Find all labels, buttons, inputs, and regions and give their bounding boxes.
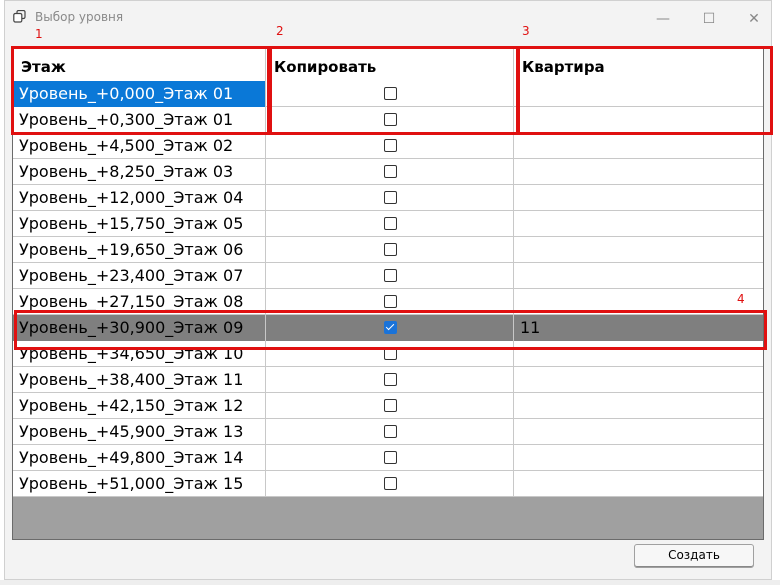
- copy-checkbox[interactable]: [384, 243, 397, 256]
- apartment-cell[interactable]: [514, 81, 763, 107]
- minimize-button[interactable]: —: [641, 6, 685, 32]
- level-name-cell[interactable]: Уровень_+30,900_Этаж 09: [13, 315, 266, 341]
- copy-checkbox[interactable]: [384, 139, 397, 152]
- copy-cell: [266, 315, 514, 341]
- apartment-cell[interactable]: 11: [514, 315, 763, 341]
- apartment-cell[interactable]: [514, 211, 763, 237]
- copy-cell: [266, 263, 514, 289]
- table-row[interactable]: Уровень_+34,650_Этаж 10: [13, 341, 763, 367]
- copy-cell: [266, 185, 514, 211]
- level-name-cell[interactable]: Уровень_+45,900_Этаж 13: [13, 419, 266, 445]
- title-bar[interactable]: Выбор уровня — ☐ ✕: [5, 1, 771, 37]
- copy-cell: [266, 367, 514, 393]
- table-row[interactable]: Уровень_+23,400_Этаж 07: [13, 263, 763, 289]
- copy-cell: [266, 133, 514, 159]
- copy-levels-icon: [13, 10, 26, 23]
- annotation-label-1: 1: [35, 27, 43, 41]
- table-row[interactable]: Уровень_+38,400_Этаж 11: [13, 367, 763, 393]
- apartment-cell[interactable]: [514, 133, 763, 159]
- copy-cell: [266, 471, 514, 497]
- apartment-cell[interactable]: [514, 159, 763, 185]
- copy-checkbox[interactable]: [384, 191, 397, 204]
- copy-cell: [266, 445, 514, 471]
- level-name-cell[interactable]: Уровень_+4,500_Этаж 02: [13, 133, 266, 159]
- copy-cell: [266, 211, 514, 237]
- level-name-cell[interactable]: Уровень_+38,400_Этаж 11: [13, 367, 266, 393]
- copy-checkbox[interactable]: [384, 451, 397, 464]
- table-row[interactable]: Уровень_+15,750_Этаж 05: [13, 211, 763, 237]
- maximize-button[interactable]: ☐: [687, 6, 731, 32]
- copy-checkbox[interactable]: [384, 113, 397, 126]
- background-strip: [0, 580, 780, 585]
- level-name-cell[interactable]: Уровень_+8,250_Этаж 03: [13, 159, 266, 185]
- table-row[interactable]: Уровень_+0,300_Этаж 01: [13, 107, 763, 133]
- level-name-cell[interactable]: Уровень_+12,000_Этаж 04: [13, 185, 266, 211]
- copy-checkbox[interactable]: [384, 217, 397, 230]
- copy-cell: [266, 419, 514, 445]
- table-row[interactable]: Уровень_+49,800_Этаж 14: [13, 445, 763, 471]
- copy-checkbox[interactable]: [384, 477, 397, 490]
- apartment-cell[interactable]: [514, 445, 763, 471]
- levels-grid[interactable]: Этаж Копировать Квартира Уровень_+0,000_…: [12, 48, 764, 540]
- copy-checkbox[interactable]: [384, 295, 397, 308]
- copy-checkbox[interactable]: [384, 165, 397, 178]
- column-header-apartment[interactable]: Квартира: [514, 49, 763, 81]
- level-name-cell[interactable]: Уровень_+15,750_Этаж 05: [13, 211, 266, 237]
- table-row[interactable]: Уровень_+12,000_Этаж 04: [13, 185, 763, 211]
- copy-cell: [266, 159, 514, 185]
- level-name-cell[interactable]: Уровень_+27,150_Этаж 08: [13, 289, 266, 315]
- apartment-cell[interactable]: [514, 107, 763, 133]
- copy-cell: [266, 237, 514, 263]
- apartment-cell[interactable]: [514, 185, 763, 211]
- apartment-cell[interactable]: [514, 393, 763, 419]
- copy-cell: [266, 341, 514, 367]
- apartment-cell[interactable]: [514, 419, 763, 445]
- column-header-copy[interactable]: Копировать: [266, 49, 514, 81]
- close-button[interactable]: ✕: [732, 6, 776, 32]
- table-row[interactable]: Уровень_+42,150_Этаж 12: [13, 393, 763, 419]
- level-name-cell[interactable]: Уровень_+34,650_Этаж 10: [13, 341, 266, 367]
- apartment-cell[interactable]: [514, 367, 763, 393]
- copy-checkbox[interactable]: [384, 269, 397, 282]
- apartment-cell[interactable]: [514, 341, 763, 367]
- table-row[interactable]: Уровень_+51,000_Этаж 15: [13, 471, 763, 497]
- grid-header: Этаж Копировать Квартира: [13, 49, 763, 82]
- annotation-label-2: 2: [276, 24, 284, 38]
- copy-checkbox[interactable]: [384, 321, 397, 334]
- level-name-cell[interactable]: Уровень_+49,800_Этаж 14: [13, 445, 266, 471]
- copy-checkbox[interactable]: [384, 87, 397, 100]
- level-name-cell[interactable]: Уровень_+19,650_Этаж 06: [13, 237, 266, 263]
- copy-checkbox[interactable]: [384, 373, 397, 386]
- table-row[interactable]: Уровень_+8,250_Этаж 03: [13, 159, 763, 185]
- create-button[interactable]: Создать: [634, 544, 754, 568]
- table-row[interactable]: Уровень_+30,900_Этаж 09 11: [13, 315, 763, 341]
- copy-checkbox[interactable]: [384, 399, 397, 412]
- copy-checkbox[interactable]: [384, 347, 397, 360]
- annotation-label-4: 4: [737, 292, 745, 306]
- copy-cell: [266, 393, 514, 419]
- copy-checkbox[interactable]: [384, 425, 397, 438]
- table-row[interactable]: Уровень_+27,150_Этаж 08: [13, 289, 763, 315]
- table-row[interactable]: Уровень_+19,650_Этаж 06: [13, 237, 763, 263]
- level-name-cell[interactable]: Уровень_+0,300_Этаж 01: [13, 107, 266, 133]
- apartment-cell[interactable]: [514, 289, 763, 315]
- column-header-floor[interactable]: Этаж: [13, 49, 266, 81]
- table-row[interactable]: Уровень_+45,900_Этаж 13: [13, 419, 763, 445]
- copy-cell: [266, 107, 514, 133]
- level-name-cell[interactable]: Уровень_+51,000_Этаж 15: [13, 471, 266, 497]
- annotation-label-3: 3: [522, 24, 530, 38]
- table-row[interactable]: Уровень_+0,000_Этаж 01: [13, 81, 763, 107]
- table-row[interactable]: Уровень_+4,500_Этаж 02: [13, 133, 763, 159]
- copy-cell: [266, 289, 514, 315]
- copy-cell: [266, 81, 514, 107]
- level-name-cell[interactable]: Уровень_+23,400_Этаж 07: [13, 263, 266, 289]
- apartment-cell[interactable]: [514, 237, 763, 263]
- level-name-cell[interactable]: Уровень_+0,000_Этаж 01: [13, 81, 266, 107]
- window-title: Выбор уровня: [35, 10, 124, 24]
- level-name-cell[interactable]: Уровень_+42,150_Этаж 12: [13, 393, 266, 419]
- apartment-cell[interactable]: [514, 263, 763, 289]
- apartment-cell[interactable]: [514, 471, 763, 497]
